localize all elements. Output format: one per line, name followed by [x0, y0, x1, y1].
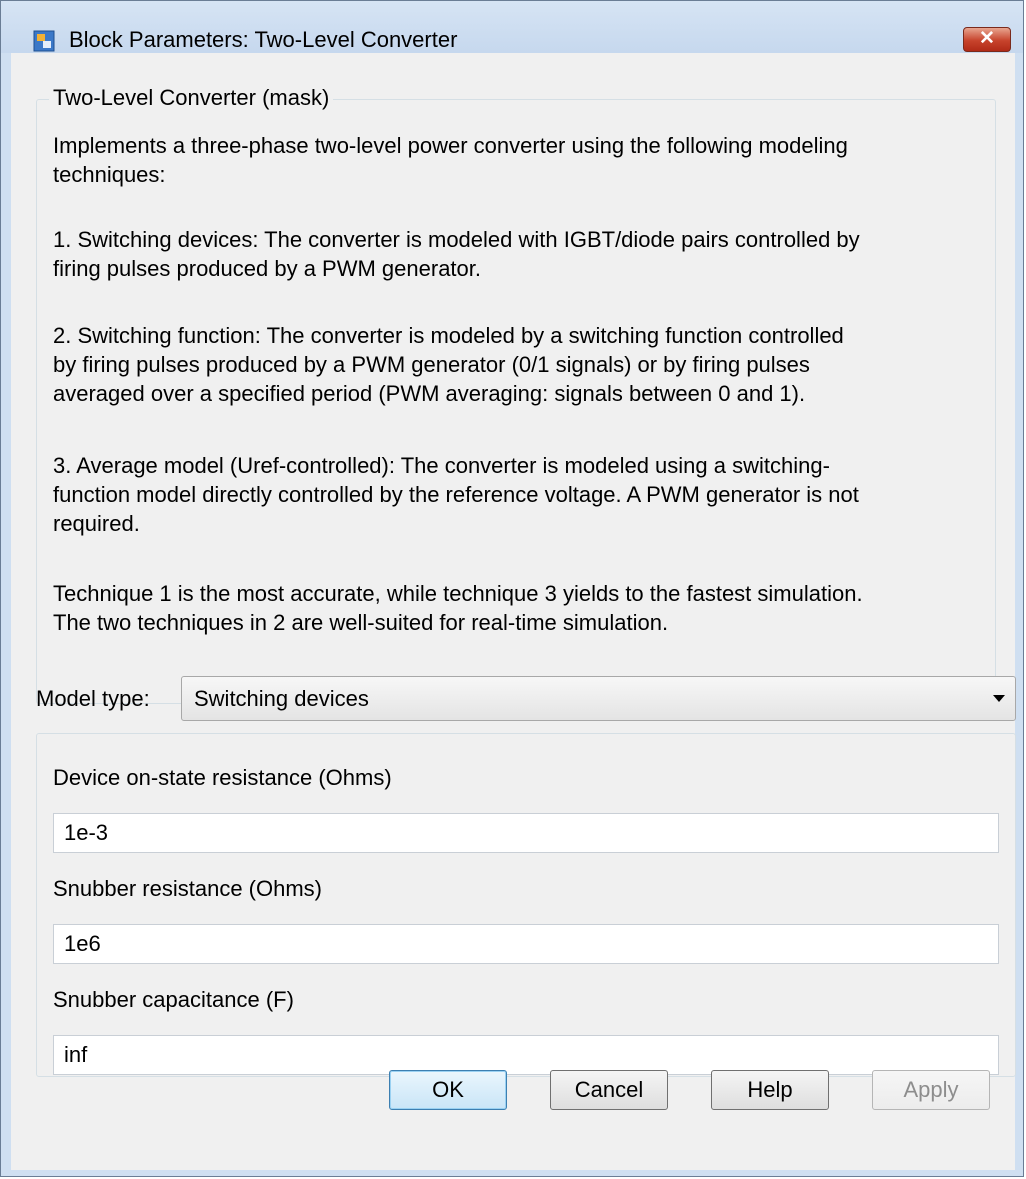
description-paragraph-4: 3. Average model (Uref-controlled): The …	[53, 453, 859, 536]
apply-button[interactable]: Apply	[872, 1070, 990, 1110]
model-type-value: Switching devices	[194, 686, 369, 711]
close-icon: ✕	[979, 28, 995, 49]
description-paragraph-2: 1. Switching devices: The converter is m…	[53, 227, 860, 281]
model-type-dropdown[interactable]: Switching devices	[181, 676, 1016, 721]
simulink-block-icon	[33, 30, 55, 52]
description-paragraph-5: Technique 1 is the most accurate, while …	[53, 581, 863, 635]
mask-group-title: Two-Level Converter (mask)	[49, 85, 334, 111]
snubber-resistance-field[interactable]: 1e6	[53, 924, 999, 964]
chevron-down-icon	[993, 695, 1005, 702]
param-label-snubber-resistance: Snubber resistance (Ohms)	[53, 876, 322, 901]
help-button[interactable]: Help	[711, 1070, 829, 1110]
param-label-snubber-capacitance: Snubber capacitance (F)	[53, 987, 294, 1012]
model-type-label: Model type:	[36, 686, 150, 711]
description-paragraph-3: 2. Switching function: The converter is …	[53, 323, 844, 406]
dialog-window: Block Parameters: Two-Level Converter ✕ …	[0, 0, 1024, 1177]
window-title: Block Parameters: Two-Level Converter	[69, 27, 458, 52]
title-bar[interactable]: Block Parameters: Two-Level Converter ✕	[1, 1, 1023, 53]
description-paragraph-1: Implements a three-phase two-level power…	[53, 133, 848, 187]
close-button[interactable]: ✕	[963, 27, 1011, 52]
snubber-capacitance-field[interactable]: inf	[53, 1035, 999, 1075]
on-state-resistance-field[interactable]: 1e-3	[53, 813, 999, 853]
dialog-body: Two-Level Converter (mask) Implements a …	[11, 53, 1016, 1170]
param-label-on-state-resistance: Device on-state resistance (Ohms)	[53, 765, 392, 790]
cancel-button[interactable]: Cancel	[550, 1070, 668, 1110]
ok-button[interactable]: OK	[389, 1070, 507, 1110]
